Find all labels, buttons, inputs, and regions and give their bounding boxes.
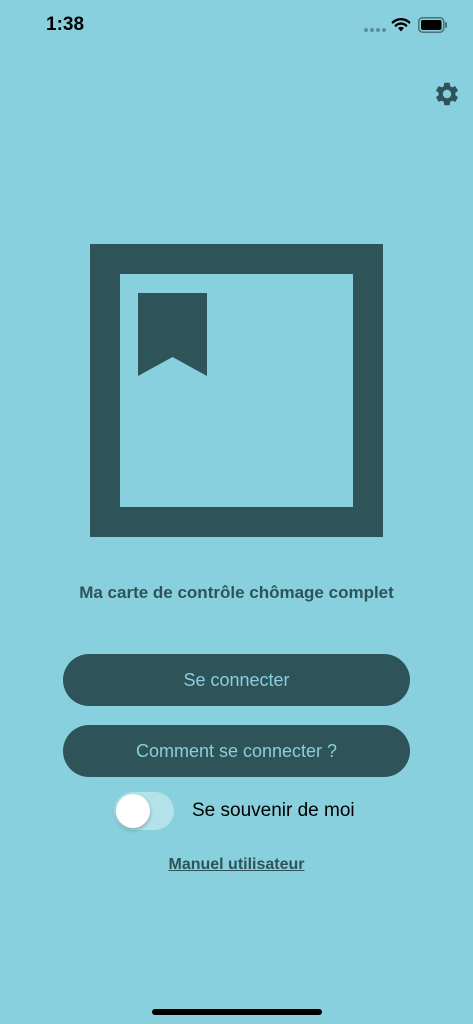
- remember-me-toggle[interactable]: [114, 792, 174, 830]
- user-manual-link[interactable]: Manuel utilisateur: [0, 856, 473, 874]
- bookmark-card-icon: [90, 244, 383, 537]
- remember-me-row: Se souvenir de moi: [114, 792, 355, 830]
- status-bar: 1:38: [0, 0, 473, 50]
- home-indicator: [152, 1009, 322, 1015]
- how-to-login-button[interactable]: Comment se connecter ?: [63, 725, 410, 777]
- battery-icon: [418, 17, 447, 33]
- status-time: 1:38: [46, 14, 85, 35]
- app-title: Ma carte de contrôle chômage complet: [79, 583, 394, 602]
- wifi-icon: [391, 18, 411, 32]
- gear-icon[interactable]: [433, 80, 461, 108]
- remember-me-label: Se souvenir de moi: [192, 800, 355, 821]
- login-button[interactable]: Se connecter: [63, 654, 410, 706]
- toggle-knob: [116, 794, 150, 828]
- cellular-signal-icon: [364, 28, 386, 33]
